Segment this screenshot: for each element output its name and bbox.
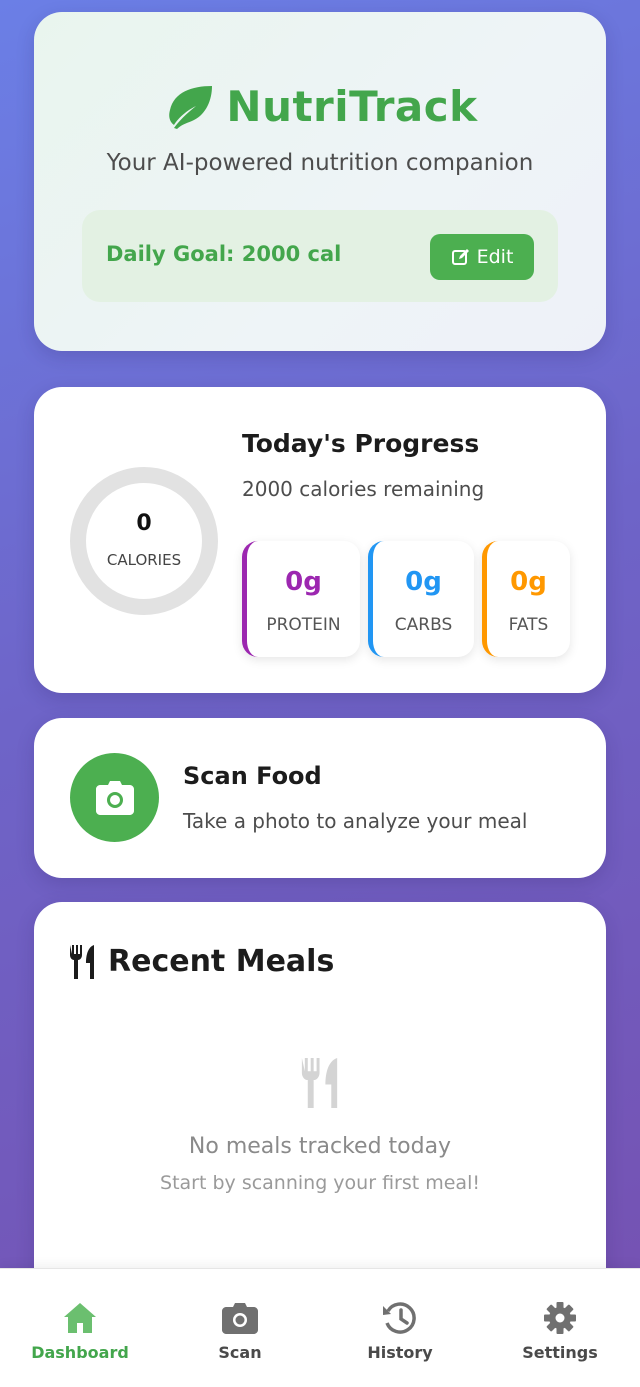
scan-food-title: Scan Food: [183, 762, 322, 790]
macro-fats: 0g FATS: [482, 541, 570, 657]
edit-icon: [451, 249, 469, 265]
edit-goal-button[interactable]: Edit: [430, 234, 534, 280]
macro-carbs: 0g CARBS: [368, 541, 474, 657]
scan-camera-button[interactable]: [70, 753, 159, 842]
macro-protein: 0g PROTEIN: [242, 541, 360, 657]
macro-carbs-value: 0g: [405, 567, 442, 597]
bottom-nav: Dashboard Scan History Settings: [0, 1268, 640, 1387]
app-title: NutriTrack: [226, 82, 478, 131]
daily-goal-label: Daily Goal: 2000 cal: [106, 242, 342, 266]
edit-label: Edit: [476, 246, 514, 268]
recent-meals-card: Recent Meals No meals tracked today Star…: [34, 902, 606, 1322]
nav-history-label: History: [367, 1343, 433, 1362]
scan-food-subtitle: Take a photo to analyze your meal: [183, 809, 528, 833]
progress-card: 0 CALORIES Today's Progress 2000 calorie…: [34, 387, 606, 693]
macro-carbs-label: CARBS: [394, 615, 453, 635]
header-card: NutriTrack Your AI-powered nutrition com…: [34, 12, 606, 351]
camera-icon: [222, 1303, 258, 1334]
macro-fats-label: FATS: [508, 615, 549, 635]
utensils-icon: [301, 1058, 338, 1108]
macro-protein-label: PROTEIN: [266, 615, 341, 635]
camera-icon: [95, 780, 134, 815]
macro-protein-value: 0g: [285, 567, 322, 597]
nav-scan[interactable]: Scan: [160, 1269, 320, 1387]
nav-dashboard-label: Dashboard: [31, 1343, 129, 1362]
calories-label: CALORIES: [106, 551, 182, 569]
nav-scan-label: Scan: [218, 1343, 262, 1362]
brand: NutriTrack: [34, 82, 606, 131]
calories-value: 0: [136, 511, 152, 536]
macro-fats-value: 0g: [510, 567, 547, 597]
empty-meals-subtitle: Start by scanning your first meal!: [160, 1172, 480, 1194]
nav-history[interactable]: History: [320, 1269, 480, 1387]
utensils-icon: [70, 944, 94, 979]
nav-settings-label: Settings: [522, 1343, 598, 1362]
app-tagline: Your AI-powered nutrition companion: [106, 150, 534, 176]
progress-title: Today's Progress: [242, 429, 480, 458]
scan-food-card[interactable]: Scan Food Take a photo to analyze your m…: [34, 718, 606, 878]
nav-dashboard[interactable]: Dashboard: [0, 1269, 160, 1387]
calories-ring: [70, 467, 218, 615]
daily-goal-box: Daily Goal: 2000 cal Edit: [82, 210, 558, 302]
nav-settings[interactable]: Settings: [480, 1269, 640, 1387]
history-icon: [383, 1302, 416, 1334]
leaf-icon: [169, 85, 213, 129]
empty-meals-title: No meals tracked today: [188, 1134, 452, 1159]
calories-remaining: 2000 calories remaining: [242, 477, 485, 501]
recent-meals-header: Recent Meals: [68, 944, 334, 979]
home-icon: [64, 1303, 96, 1333]
recent-meals-title: Recent Meals: [108, 944, 335, 979]
gear-icon: [544, 1302, 576, 1334]
